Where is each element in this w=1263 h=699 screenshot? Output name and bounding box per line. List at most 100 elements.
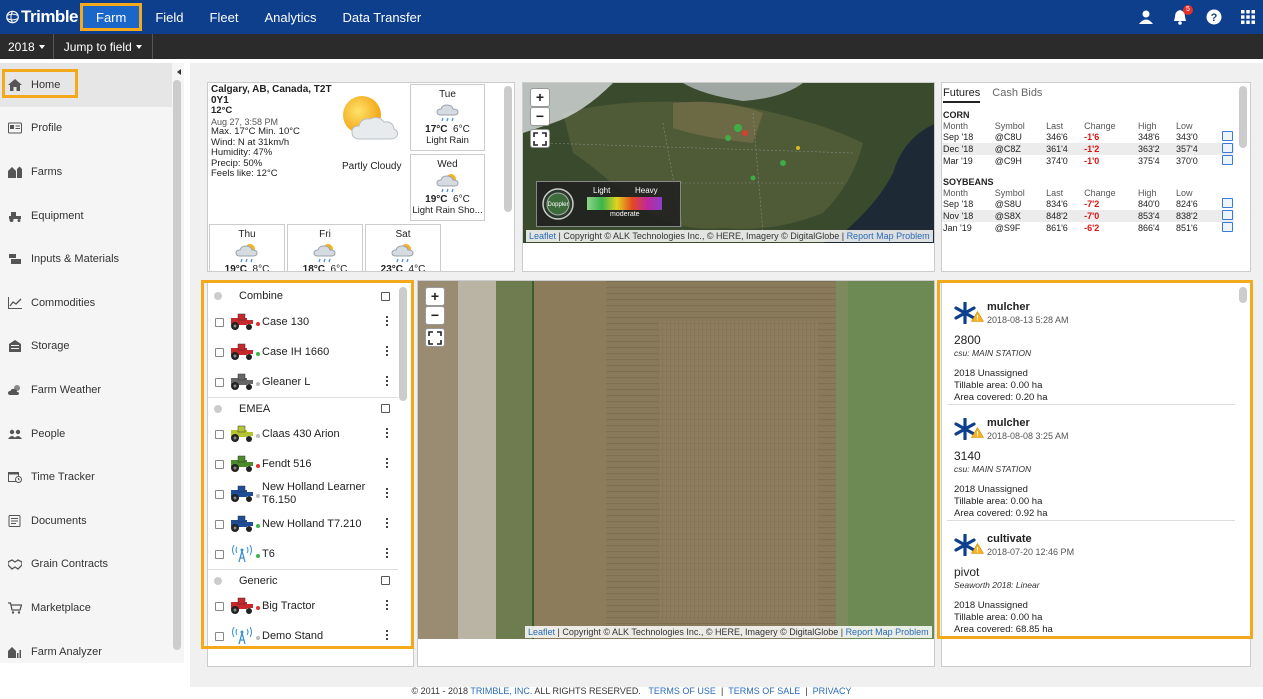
sidebar-item-label: Farms — [31, 165, 63, 178]
futures-cell: Sep '18 — [943, 199, 974, 209]
chevron-left-icon[interactable] — [177, 69, 181, 75]
weather-scrollbar[interactable] — [504, 86, 512, 212]
sidebar-item-inputs-materials[interactable]: Inputs & Materials — [0, 237, 172, 281]
futures-chart-cell — [1213, 198, 1234, 210]
chart-icon[interactable] — [1222, 155, 1233, 165]
forecast-temps: 17°C 6°C — [411, 124, 484, 135]
jump-to-field-dropdown[interactable]: Jump to field — [54, 34, 153, 59]
field-map-attribution: Leaflet | Copyright © ALK Technologies I… — [525, 626, 932, 638]
trimble-logo[interactable]: Trimble — [0, 7, 78, 27]
notifications-button[interactable]: 5 — [1172, 5, 1193, 25]
futures-cell: -1'2 — [1083, 143, 1137, 155]
futures-chart-cell — [1213, 131, 1234, 143]
sidebar-item-farms[interactable]: Farms — [0, 150, 172, 194]
sidebar-item-label: Commodities — [31, 296, 96, 309]
forecast-day: Fri — [319, 229, 331, 240]
report-map-problem-link[interactable]: Report Map Problem — [846, 627, 929, 637]
jump-to-field-label: Jump to field — [63, 39, 132, 54]
calendar-clock-icon — [8, 472, 22, 484]
help-icon[interactable]: ? — [1206, 9, 1222, 25]
futures-header-row: Month Symbol Last Change High Low — [942, 187, 1234, 198]
futures-column-header: Last — [1046, 120, 1064, 131]
chart-icon[interactable] — [1222, 131, 1233, 141]
futures-scrollbar[interactable] — [1239, 86, 1247, 148]
futures-cell: 851'6 — [1176, 223, 1198, 233]
futures-cell: @C8U — [994, 132, 1022, 142]
nav-data-transfer[interactable]: Data Transfer — [329, 4, 434, 30]
futures-cell: 866'4 — [1137, 223, 1160, 233]
nav-farm[interactable]: Farm — [80, 3, 143, 31]
document-icon — [8, 514, 21, 527]
nav-field[interactable]: Field — [142, 4, 196, 30]
sidebar-item-farm-weather[interactable]: Farm Weather — [0, 368, 172, 412]
forecast-day: Tue — [439, 89, 456, 100]
forecast-fri: Fri 18°C 6°C — [287, 224, 363, 271]
sidebar-item-grain-contracts[interactable]: Grain Contracts — [0, 543, 172, 587]
footer-company-link[interactable]: TRIMBLE, INC. — [470, 686, 532, 696]
sidebar-item-documents[interactable]: Documents — [0, 499, 172, 543]
futures-column-header: Symbol — [994, 187, 1025, 198]
chart-icon[interactable] — [1222, 198, 1233, 208]
futures-cell: 361'4 — [1045, 143, 1084, 155]
chart-icon[interactable] — [1222, 222, 1233, 232]
forecast-day: Wed — [437, 159, 458, 170]
radar-zoom-out-button[interactable]: − — [530, 107, 550, 126]
radar-legend: Doppler Light Heavy moderate — [536, 181, 681, 227]
field-zoom-out-button[interactable]: − — [425, 306, 445, 325]
nav-fleet[interactable]: Fleet — [197, 4, 252, 30]
terms-of-sale-link[interactable]: TERMS OF SALE — [728, 686, 800, 696]
sidebar-item-farm-analyzer[interactable]: Farm Analyzer — [0, 630, 172, 674]
futures-cell: 346'6 — [1046, 132, 1068, 142]
futures-chart-column — [1213, 120, 1234, 131]
futures-row: Mar '19 @C9H 374'0 -1'0 375'4 370'0 — [942, 155, 1234, 167]
forecast-lo: 6°C — [453, 194, 470, 205]
app-grid-icon[interactable] — [1240, 9, 1256, 25]
sidebar-item-people[interactable]: People — [0, 412, 172, 456]
futures-section-title: SOYBEANS — [943, 177, 994, 187]
report-map-problem-link[interactable]: Report Map Problem — [847, 231, 930, 241]
tab-futures[interactable]: Futures — [943, 87, 981, 103]
leaflet-link[interactable]: Leaflet — [529, 231, 556, 241]
footer-copyright: © 2011 - 2018 — [411, 686, 471, 696]
sidebar-item-marketplace[interactable]: Marketplace — [0, 586, 172, 630]
field-satellite-map[interactable]: + − Leaflet | Copyright © ALK Technologi… — [418, 281, 934, 639]
leaflet-link[interactable]: Leaflet — [528, 627, 555, 637]
sidebar-scrollbar[interactable] — [173, 80, 181, 650]
sidebar-item-home[interactable]: Home — [0, 63, 172, 107]
chart-icon[interactable] — [1222, 143, 1233, 153]
sidebar-item-equipment[interactable]: Equipment — [0, 194, 172, 238]
sidebar-item-commodities[interactable]: Commodities — [0, 281, 172, 325]
top-nav: Trimble Farm Field Fleet Analytics Data … — [0, 0, 1263, 34]
sidebar-item-label: Profile — [31, 122, 63, 135]
sidebar-item-profile[interactable]: Profile — [0, 107, 172, 151]
forecast-sat: Sat 23°C 4°C — [365, 224, 441, 271]
sun-rain-icon — [313, 244, 336, 263]
field-fullscreen-button[interactable] — [425, 328, 445, 347]
futures-widget: Futures Cash Bids CORN Month Symbol Last Ch… — [941, 82, 1251, 272]
radar-map[interactable]: + − Doppler Light Heavy moderate Leaflet… — [523, 83, 934, 243]
field-zoom-in-button[interactable]: + — [425, 287, 445, 306]
radar-fullscreen-button[interactable] — [530, 129, 550, 148]
futures-chart-cell — [1213, 222, 1234, 234]
nav-analytics[interactable]: Analytics — [251, 4, 329, 30]
futures-row: Sep '18 @S8U 834'6 -7'2 840'0 824'6 — [942, 198, 1234, 210]
sidebar-item-storage[interactable]: Storage — [0, 325, 172, 369]
futures-column-header: Change — [1084, 187, 1116, 198]
privacy-link[interactable]: PRIVACY — [813, 686, 852, 696]
sidebar-item-time-tracker[interactable]: Time Tracker — [0, 455, 172, 499]
year-dropdown[interactable]: 2018 — [0, 34, 54, 59]
futures-cell: @S9F — [994, 223, 1021, 233]
tractor-icon — [9, 211, 21, 222]
doppler-label: Doppler — [547, 202, 569, 208]
sidebar-item-label: Inputs & Materials — [31, 253, 120, 266]
farm-barn-icon — [8, 166, 22, 178]
user-icon[interactable] — [1138, 9, 1154, 25]
chart-icon[interactable] — [1222, 210, 1233, 220]
futures-column-header: High — [1137, 120, 1157, 131]
radar-zoom-in-button[interactable]: + — [530, 88, 550, 107]
weather-widget: Calgary, AB, Canada, T2T 0Y1 12°C Aug 27… — [207, 82, 515, 272]
terms-of-use-link[interactable]: TERMS OF USE — [648, 686, 716, 696]
futures-cell: Nov '18 — [942, 210, 994, 222]
sun-rain-icon — [391, 244, 414, 263]
tab-cash-bids[interactable]: Cash Bids — [992, 87, 1054, 103]
